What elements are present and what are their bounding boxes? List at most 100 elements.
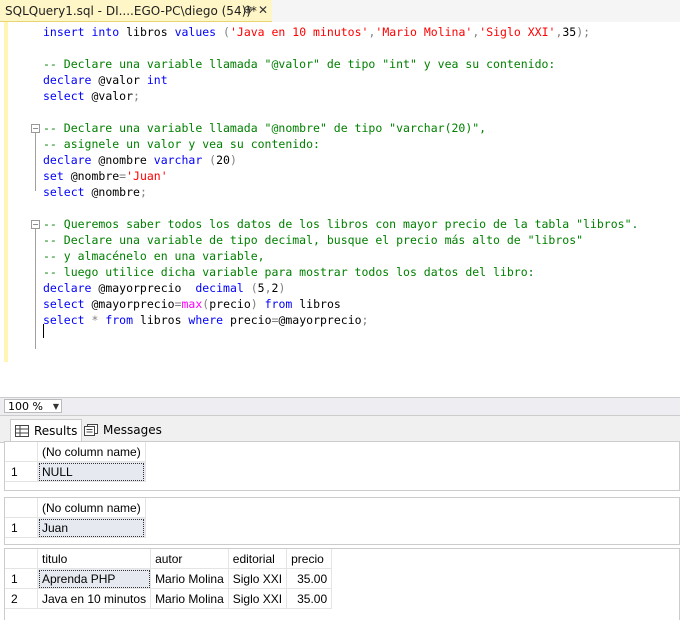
code-token: from: [105, 313, 140, 327]
code-token: insert into: [43, 25, 127, 39]
table-cell[interactable]: Java en 10 minutos: [37, 588, 152, 609]
table-cell[interactable]: Siglo XXI: [228, 588, 288, 609]
table-cell[interactable]: 35.00: [286, 588, 333, 609]
row-header-corner: [5, 549, 38, 569]
column-header[interactable]: (No column name): [37, 498, 146, 518]
code-line: -- asignele un valor y vea su contenido:: [43, 136, 320, 152]
zoom-select[interactable]: 100 % ▼: [4, 399, 62, 413]
code-token: libros: [139, 313, 189, 327]
code-line: declare @valor int: [43, 72, 168, 88]
code-token: -- Declare una variable de tipo decimal,…: [43, 233, 584, 247]
code-token: @nombre: [70, 169, 120, 183]
table-row[interactable]: 1 Juan: [5, 517, 146, 538]
tab-messages[interactable]: Messages: [80, 419, 166, 441]
table-cell[interactable]: Aprenda PHP: [37, 568, 152, 589]
code-token: @valor: [98, 73, 147, 87]
code-token: -- Queremos saber todos los datos de los…: [43, 217, 639, 231]
code-token: ;: [361, 313, 369, 327]
tab-messages-label: Messages: [103, 423, 162, 437]
code-line: select * from libros where precio=@mayor…: [43, 312, 368, 328]
row-number[interactable]: 1: [5, 461, 38, 482]
column-header-precio[interactable]: precio: [286, 549, 333, 569]
table-cell[interactable]: 35.00: [286, 568, 333, 589]
code-token: -- y almacénelo en una variable,: [43, 249, 265, 263]
document-tab-bar: SQLQuery1.sql - DI....EGO-PC\diego (54))…: [0, 0, 680, 22]
code-token: select: [43, 297, 92, 311]
row-number[interactable]: 2: [5, 588, 38, 609]
results-grid[interactable]: (No column name) 1 NULL: [4, 441, 680, 491]
chevron-down-icon: ▼: [52, 402, 59, 411]
code-token: @nombre: [98, 153, 154, 167]
grid-icon: [15, 424, 29, 437]
code-line: select @valor;: [43, 88, 140, 104]
code-token: set: [43, 169, 71, 183]
fold-guide: [35, 133, 36, 191]
code-token: 'Juan': [126, 169, 168, 183]
table-cell[interactable]: Mario Molina: [150, 568, 229, 589]
close-icon[interactable]: ✕: [256, 3, 270, 17]
query-editor[interactable]: − − insert into libros values ('Java en …: [0, 22, 680, 397]
code-token: ): [229, 153, 237, 167]
code-line: select @nombre;: [43, 184, 147, 200]
table-cell[interactable]: Siglo XXI: [228, 568, 288, 589]
code-token: 5: [257, 281, 265, 295]
code-token: @mayorprecio: [278, 313, 362, 327]
tab-results[interactable]: Results: [10, 419, 83, 441]
table-cell[interactable]: Mario Molina: [150, 588, 229, 609]
table-cell[interactable]: NULL: [37, 461, 146, 482]
code-line: select @mayorprecio=max(precio) from lib…: [43, 296, 341, 312]
code-token: where: [188, 313, 230, 327]
code-token: =: [174, 297, 182, 311]
code-token: max: [181, 297, 203, 311]
code-token: precio: [229, 313, 272, 327]
document-tab-title: SQLQuery1.sql - DI....EGO-PC\diego (54))…: [5, 3, 257, 18]
code-token: from: [264, 297, 300, 311]
code-token: declare: [43, 153, 99, 167]
column-header[interactable]: (No column name): [37, 442, 146, 462]
code-token: @valor: [91, 89, 134, 103]
messages-icon: [84, 424, 98, 436]
code-token: @mayorprecio: [91, 297, 175, 311]
code-token: );: [576, 25, 591, 39]
row-header-corner: [5, 442, 38, 462]
table-row[interactable]: 2 Java en 10 minutos Mario Molina Siglo …: [5, 588, 333, 609]
code-token: 'Mario Molina': [375, 25, 473, 39]
code-token: ;: [139, 185, 147, 199]
code-token: ,: [264, 281, 272, 295]
collapse-region-icon[interactable]: −: [31, 124, 40, 133]
pin-icon[interactable]: ⊕: [241, 3, 255, 17]
code-line: set @nombre='Juan': [43, 168, 168, 184]
code-token: values: [174, 25, 224, 39]
table-row[interactable]: 1 Aprenda PHP Mario Molina Siglo XXI 35.…: [5, 568, 333, 589]
column-header-editorial[interactable]: editorial: [228, 549, 288, 569]
table-cell[interactable]: Juan: [37, 517, 146, 538]
column-header-autor[interactable]: autor: [150, 549, 229, 569]
code-token: int: [146, 73, 168, 87]
code-token: declare: [43, 73, 99, 87]
code-token: 'Java en 10 minutos': [229, 25, 369, 39]
code-line: -- y almacénelo en una variable,: [43, 248, 265, 264]
table-row[interactable]: 1 NULL: [5, 461, 146, 482]
code-token: libros: [299, 297, 341, 311]
tab-results-label: Results: [34, 423, 78, 438]
code-token: select: [43, 185, 92, 199]
code-token: 35: [562, 25, 577, 39]
code-token: -- asignele un valor y vea su contenido:: [43, 137, 320, 151]
row-number[interactable]: 1: [5, 517, 38, 538]
code-token: select: [43, 89, 92, 103]
document-tab[interactable]: SQLQuery1.sql - DI....EGO-PC\diego (54))…: [0, 0, 272, 22]
code-token: @mayorprecio: [98, 281, 196, 295]
results-grid[interactable]: titulo autor editorial precio 1 Aprenda …: [4, 548, 680, 620]
code-token: (: [223, 25, 230, 39]
code-token: @nombre: [91, 185, 140, 199]
change-tracking-margin: [4, 22, 8, 362]
column-header-titulo[interactable]: titulo: [37, 549, 152, 569]
collapse-region-icon[interactable]: −: [31, 220, 40, 229]
code-token: decimal: [195, 281, 251, 295]
code-token: -- Declare una variable llamada "@nombre…: [43, 121, 487, 135]
result-tabs: Results Messages: [0, 416, 680, 443]
code-line: declare @mayorprecio decimal (5,2): [43, 280, 285, 296]
row-number[interactable]: 1: [5, 568, 38, 589]
results-grid[interactable]: (No column name) 1 Juan: [4, 497, 680, 545]
editor-status-bar: 100 % ▼: [0, 397, 680, 416]
